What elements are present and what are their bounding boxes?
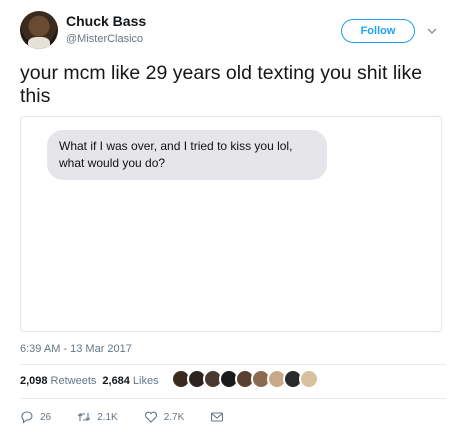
retweet-icon [77,413,91,421]
retweets-stat[interactable]: 2,098 Retweets [20,375,96,387]
engagement-stats: 2,098 Retweets 2,684 Likes [20,375,159,387]
divider [20,364,446,365]
chevron-down-icon[interactable] [425,24,439,38]
tweet-timestamp[interactable]: 6:39 AM - 13 Mar 2017 [20,343,132,355]
user-name[interactable]: Chuck Bass [66,13,146,29]
likes-stat[interactable]: 2,684 Likes [102,375,158,387]
likes-count: 2,684 [102,375,130,387]
tweet-text: your mcm like 29 years old texting you s… [20,62,423,107]
liker-avatar[interactable] [299,369,319,389]
liker-avatars [171,369,319,389]
retweet-count: 2.1K [97,411,118,423]
like-button[interactable]: 2.7K [144,410,185,424]
divider [20,398,446,399]
reply-count: 26 [40,411,52,423]
envelope-icon [211,412,224,422]
reply-icon [21,411,33,424]
avatar[interactable] [20,11,58,49]
message-bubble: What if I was over, and I tried to kiss … [47,130,327,180]
direct-message-button[interactable] [210,410,224,424]
retweets-label: Retweets [50,375,97,387]
likes-label: Likes [132,375,159,387]
retweets-count: 2,098 [20,375,48,387]
tweet-image[interactable]: What if I was over, and I tried to kiss … [20,116,442,332]
retweet-button[interactable]: 2.1K [77,410,118,424]
like-count: 2.7K [163,411,185,423]
user-handle[interactable]: @MisterClasico [66,33,143,45]
heart-icon [144,411,157,423]
tweet-actions: 26 2.1K 2.7K [20,410,250,424]
follow-button[interactable]: Follow [341,19,415,43]
reply-button[interactable]: 26 [20,410,51,424]
